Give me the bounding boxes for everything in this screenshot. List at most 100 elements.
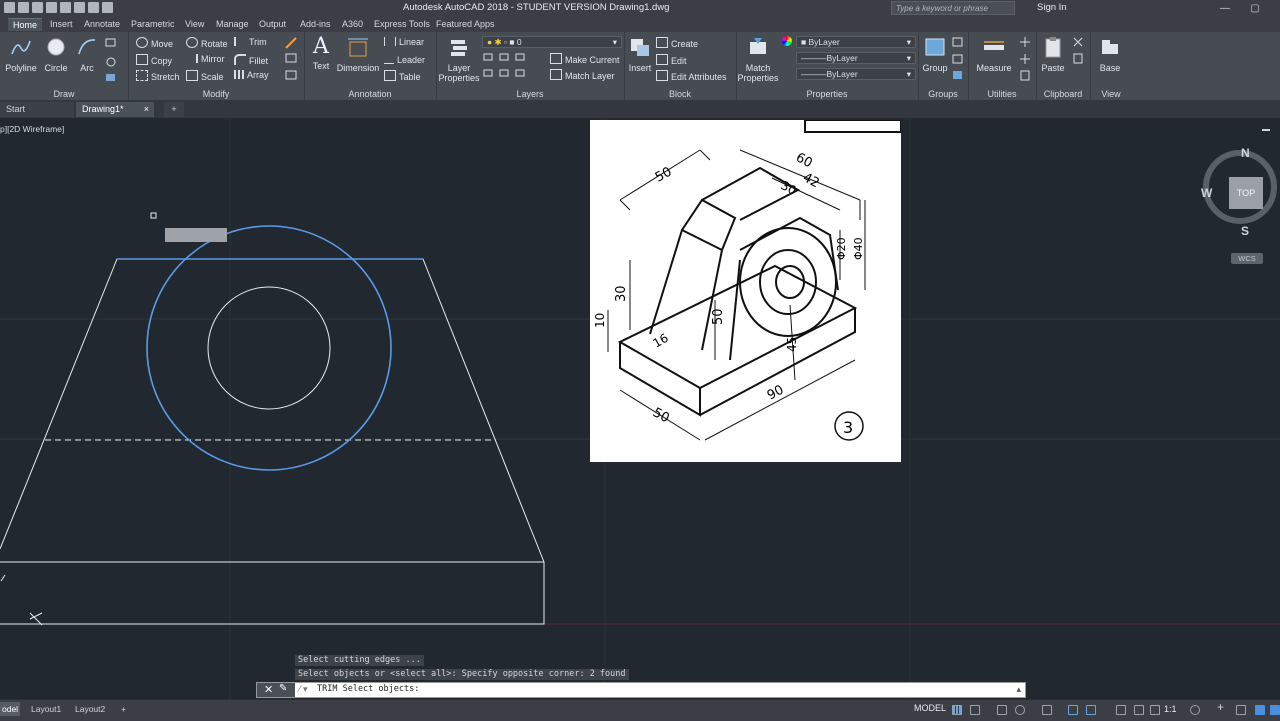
command-line-handle[interactable]: ✕ ✎ xyxy=(257,683,295,697)
object-snap-icon[interactable] xyxy=(1086,705,1096,715)
rotate-button[interactable]: Rotate xyxy=(186,37,228,49)
viewcube-top-face[interactable]: TOP xyxy=(1229,177,1263,209)
dimension-button[interactable]: Dimension xyxy=(336,36,380,73)
match-properties-button[interactable]: Match Properties xyxy=(736,36,780,83)
lineweight-dropdown[interactable]: ———ByLayer ▾ xyxy=(796,68,916,80)
text-button[interactable]: A Text xyxy=(309,36,333,72)
tab-add-ins[interactable]: Add-ins xyxy=(295,18,336,30)
scale-button[interactable]: Scale xyxy=(186,70,224,82)
tab-layout1[interactable]: Layout1 xyxy=(26,702,66,716)
linetype-dropdown[interactable]: ———ByLayer ▾ xyxy=(796,52,916,64)
annotation-scale[interactable]: 1:1 xyxy=(1164,704,1177,714)
compass-west[interactable]: W xyxy=(1201,186,1212,200)
panel-title-annotation[interactable]: Annotation xyxy=(304,89,436,99)
add-layout-button[interactable]: + xyxy=(116,702,131,716)
object-snap-tracking-icon[interactable] xyxy=(1068,705,1078,715)
app-menu-icon[interactable] xyxy=(4,2,15,13)
grid-icon[interactable] xyxy=(952,705,962,715)
panel-title-modify[interactable]: Modify xyxy=(128,89,304,99)
save-icon[interactable] xyxy=(46,2,57,13)
model-space-button[interactable]: MODEL xyxy=(914,703,946,713)
tab-annotate[interactable]: Annotate xyxy=(79,18,125,30)
panel-title-layers[interactable]: Layers xyxy=(436,89,624,99)
tab-parametric[interactable]: Parametric xyxy=(126,18,180,30)
tab-layout2[interactable]: Layout2 xyxy=(70,702,110,716)
base-view-button[interactable]: Base xyxy=(1096,36,1124,73)
group-tool-icons[interactable] xyxy=(952,36,964,82)
linear-button[interactable]: Linear xyxy=(384,37,424,47)
new-tab-button[interactable]: + xyxy=(164,102,184,117)
create-block-button[interactable]: Create xyxy=(656,37,698,49)
edit-attributes-button[interactable]: Edit Attributes xyxy=(656,70,727,82)
mirror-button[interactable]: Mirror xyxy=(186,54,225,64)
outer-circle-selected[interactable] xyxy=(146,225,392,471)
open-file-icon[interactable] xyxy=(32,2,43,13)
hardware-acceleration-icon[interactable] xyxy=(1255,705,1265,715)
utilities-small-icons[interactable] xyxy=(1018,36,1032,82)
minimize-button[interactable]: — xyxy=(1210,0,1240,17)
close-tab-icon[interactable]: × xyxy=(144,102,149,117)
customize-wrench-icon[interactable]: ✎ xyxy=(279,683,287,694)
insert-button[interactable]: Insert xyxy=(626,36,654,73)
tab-insert[interactable]: Insert xyxy=(45,18,78,30)
command-input[interactable]: TRIM Select objects: xyxy=(317,684,419,694)
tab-start[interactable]: Start xyxy=(0,102,74,117)
inner-circle[interactable] xyxy=(207,286,331,410)
wcs-menu[interactable]: WCS xyxy=(1231,253,1263,264)
fillet-button[interactable]: Fillet xyxy=(234,54,268,66)
snap-icon[interactable] xyxy=(970,705,980,715)
undo-icon[interactable] xyxy=(88,2,99,13)
save-as-icon[interactable] xyxy=(60,2,71,13)
move-button[interactable]: Move xyxy=(136,37,173,49)
redo-icon[interactable] xyxy=(102,2,113,13)
viewcube[interactable]: N W S TOP WCS xyxy=(1201,146,1280,264)
measure-button[interactable]: Measure xyxy=(972,36,1016,73)
group-button[interactable]: Group xyxy=(920,36,950,73)
panel-title-block[interactable]: Block xyxy=(624,89,736,99)
clipboard-small-icons[interactable] xyxy=(1072,36,1086,66)
tab-express-tools[interactable]: Express Tools xyxy=(369,18,435,30)
tab-output[interactable]: Output xyxy=(254,18,291,30)
make-current-button[interactable]: Make Current xyxy=(550,53,620,65)
ortho-icon[interactable] xyxy=(997,705,1007,715)
match-layer-button[interactable]: Match Layer xyxy=(550,69,615,81)
table-button[interactable]: Table xyxy=(384,70,421,82)
viewport-minimize-icon[interactable] xyxy=(1262,129,1270,131)
polyline-button[interactable]: Polyline xyxy=(4,36,38,73)
panel-title-view[interactable]: View xyxy=(1090,89,1132,99)
compass-south[interactable]: S xyxy=(1241,224,1249,238)
tab-view[interactable]: View xyxy=(180,18,209,30)
transparency-icon[interactable] xyxy=(1134,705,1144,715)
clean-screen-icon[interactable] xyxy=(1270,705,1280,715)
plot-icon[interactable] xyxy=(74,2,85,13)
tab-manage[interactable]: Manage xyxy=(211,18,254,30)
tab-model[interactable]: odel xyxy=(0,702,20,716)
layer-dropdown[interactable]: ● ✱ ▫ ■ 0 ▾ xyxy=(482,36,622,48)
plus-icon[interactable]: + xyxy=(1217,700,1227,715)
panel-title-properties[interactable]: Properties xyxy=(736,89,918,99)
panel-title-utilities[interactable]: Utilities xyxy=(968,89,1036,99)
edit-block-button[interactable]: Edit xyxy=(656,54,687,66)
trim-button[interactable]: Trim xyxy=(234,37,267,47)
new-file-icon[interactable] xyxy=(18,2,29,13)
tab-drawing1[interactable]: Drawing1* × xyxy=(76,102,154,117)
paste-button[interactable]: Paste xyxy=(1038,36,1068,73)
modify-extra-icons[interactable] xyxy=(284,36,300,82)
lineweight-icon[interactable] xyxy=(1116,705,1126,715)
annotation-visibility-icon[interactable] xyxy=(1150,705,1160,715)
circle-button[interactable]: Circle xyxy=(42,36,70,73)
isolate-objects-icon[interactable] xyxy=(1236,705,1246,715)
tab-a360[interactable]: A360 xyxy=(337,18,368,30)
panel-title-groups[interactable]: Groups xyxy=(918,89,968,99)
array-button[interactable]: Array xyxy=(234,70,269,80)
workspace-gear-icon[interactable] xyxy=(1190,705,1200,715)
tab-home[interactable]: Home xyxy=(8,18,43,31)
panel-title-draw[interactable]: Draw xyxy=(0,89,128,99)
command-history-toggle-icon[interactable]: ▴ xyxy=(1016,684,1021,695)
arc-button[interactable]: Arc xyxy=(75,36,99,73)
leader-button[interactable]: Leader xyxy=(384,54,425,65)
search-input[interactable]: Type a keyword or phrase xyxy=(891,1,1015,15)
base-rectangle[interactable] xyxy=(0,561,545,625)
trapezoid-outline[interactable] xyxy=(0,258,545,563)
tab-featured-apps[interactable]: Featured Apps xyxy=(431,18,500,30)
